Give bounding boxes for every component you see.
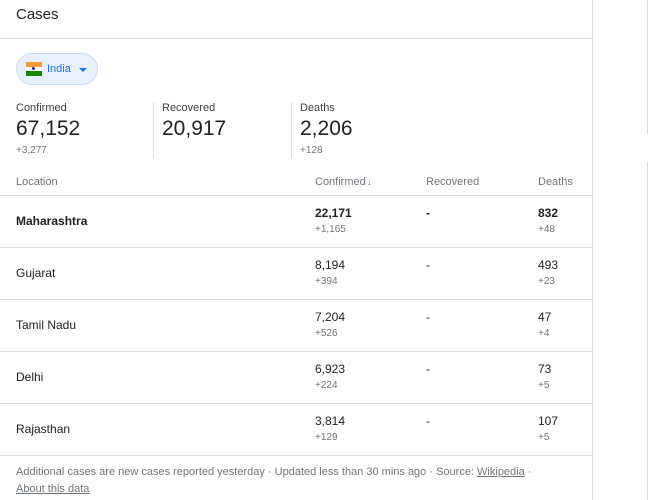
cases-card: Cases India Confirmed 67,152 +3,277 Reco…	[0, 0, 593, 500]
sort-arrow-down-icon: ↓	[366, 177, 372, 188]
table-row[interactable]: Maharashtra 22,171 +1,165 - 832 +48	[0, 196, 592, 248]
chevron-down-icon	[79, 68, 87, 72]
india-flag-icon	[26, 62, 42, 77]
stat-divider	[291, 102, 292, 158]
row-deaths-delta: +5	[538, 380, 550, 391]
row-confirmed-delta: +129	[315, 432, 338, 443]
row-confirmed: 6,923	[315, 362, 346, 376]
row-recovered: -	[426, 310, 430, 324]
table-row[interactable]: Tamil Nadu 7,204 +526 - 47 +4	[0, 300, 592, 352]
row-confirmed: 3,814	[315, 414, 346, 428]
table-row[interactable]: Delhi 6,923 +224 - 73 +5	[0, 352, 592, 404]
row-confirmed: 7,204	[315, 310, 346, 324]
card-header: Cases	[0, 0, 592, 39]
stat-delta: +128	[300, 145, 323, 156]
table-row[interactable]: Rajasthan 3,814 +129 - 107 +5	[0, 404, 592, 456]
row-deaths-delta: +5	[538, 432, 550, 443]
stat-value: 20,917	[162, 117, 227, 140]
about-data-link[interactable]: About this data	[16, 483, 89, 495]
footer-updated: Updated less than 30 mins ago	[274, 466, 427, 478]
column-header-location[interactable]: Location	[16, 176, 58, 188]
stat-label: Deaths	[300, 102, 335, 114]
row-deaths: 47	[538, 310, 552, 324]
row-location: Tamil Nadu	[16, 318, 77, 332]
card-title: Cases	[16, 6, 59, 23]
row-location: Maharashtra	[16, 214, 88, 228]
column-header-deaths[interactable]: Deaths	[538, 176, 573, 188]
row-deaths: 493	[538, 258, 559, 272]
stat-value: 2,206	[300, 117, 353, 140]
source-link[interactable]: Wikipedia	[477, 466, 525, 478]
footer-separator: ·	[426, 466, 437, 478]
row-confirmed-delta: +394	[315, 276, 338, 287]
stat-label: Confirmed	[16, 102, 67, 114]
row-recovered: -	[426, 362, 430, 376]
stat-delta: +3,277	[16, 145, 47, 156]
adjacent-panel-border	[647, 162, 648, 500]
row-confirmed: 22,171	[315, 206, 352, 220]
row-deaths: 832	[538, 206, 559, 220]
row-recovered: -	[426, 206, 430, 220]
column-header-confirmed-label: Confirmed	[315, 176, 366, 188]
stat-label: Recovered	[162, 102, 216, 114]
stat-divider	[153, 102, 154, 158]
row-recovered: -	[426, 414, 430, 428]
footer-separator: ·	[264, 466, 275, 478]
row-location: Rajasthan	[16, 422, 71, 436]
footer-note: Additional cases are new cases reported …	[16, 464, 576, 498]
column-header-confirmed[interactable]: Confirmed↓	[315, 176, 372, 188]
row-confirmed-delta: +1,165	[315, 224, 346, 235]
row-location: Gujarat	[16, 266, 56, 280]
row-confirmed-delta: +224	[315, 380, 338, 391]
row-location: Delhi	[16, 370, 44, 384]
country-selector-label: India	[47, 63, 71, 75]
adjacent-panel-border	[647, 0, 648, 134]
row-deaths-delta: +48	[538, 224, 555, 235]
row-deaths: 107	[538, 414, 559, 428]
row-confirmed: 8,194	[315, 258, 346, 272]
footer-text: Additional cases are new cases reported …	[16, 466, 265, 478]
row-confirmed-delta: +526	[315, 328, 338, 339]
footer-source-label: Source:	[436, 466, 478, 478]
row-recovered: -	[426, 258, 430, 272]
stat-value: 67,152	[16, 117, 81, 140]
table-row[interactable]: Gujarat 8,194 +394 - 493 +23	[0, 248, 592, 300]
country-selector[interactable]: India	[16, 53, 98, 85]
column-header-recovered[interactable]: Recovered	[426, 176, 479, 188]
row-deaths-delta: +23	[538, 276, 555, 287]
footer-separator: ·	[524, 466, 532, 478]
row-deaths: 73	[538, 362, 552, 376]
row-deaths-delta: +4	[538, 328, 550, 339]
